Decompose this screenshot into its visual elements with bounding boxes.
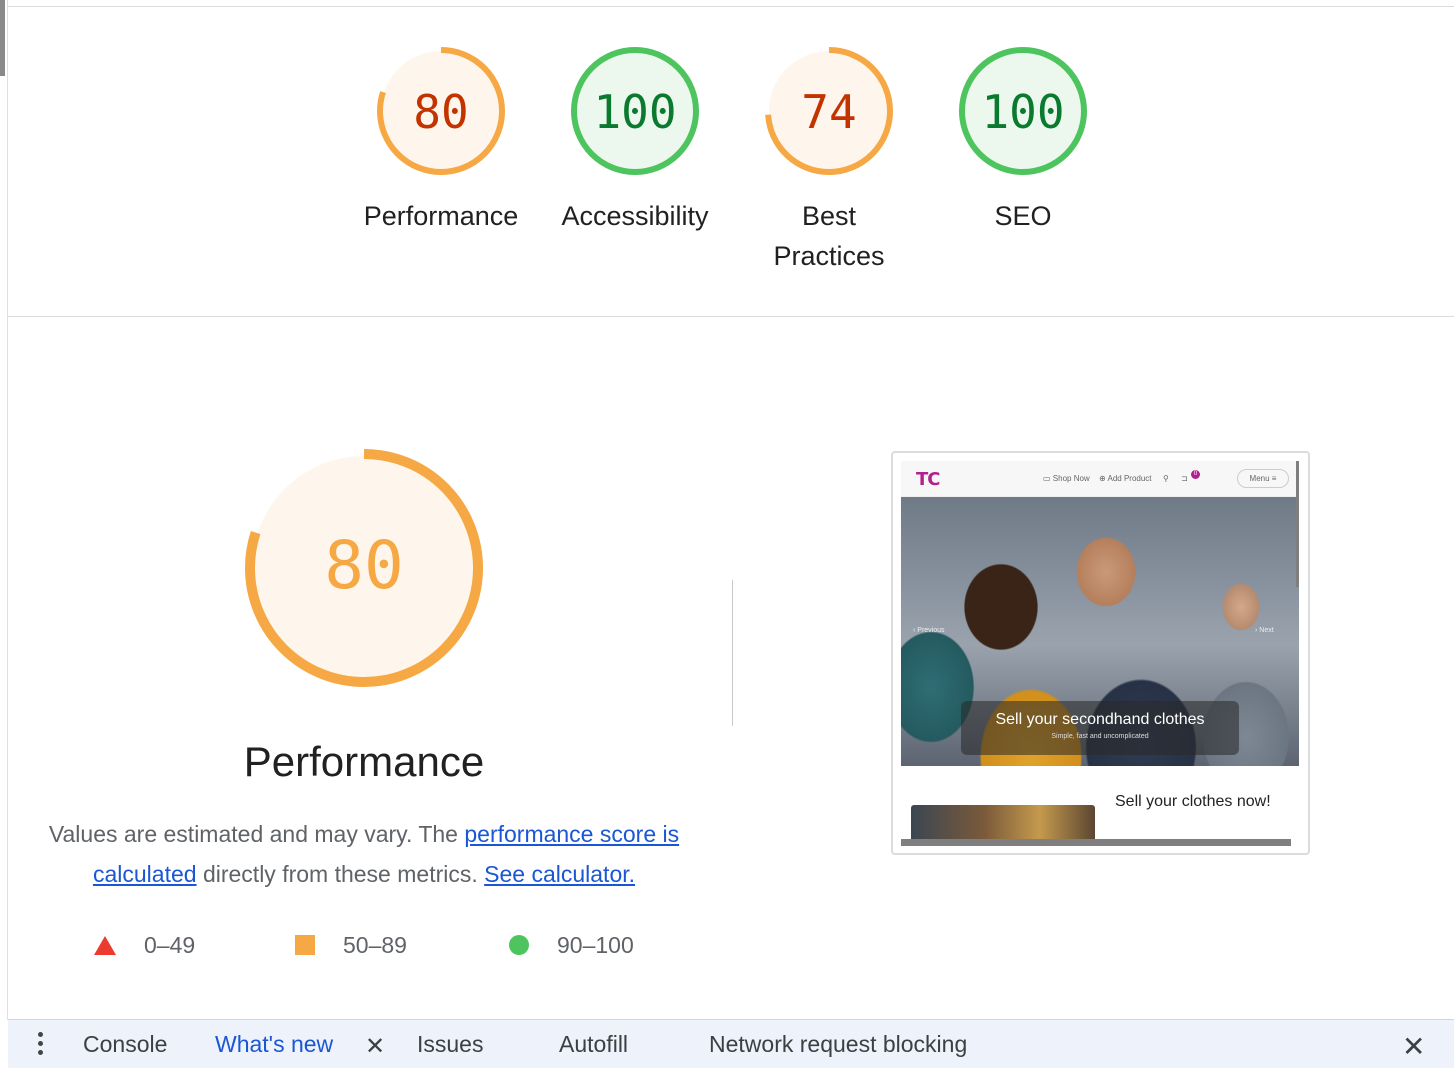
see-calculator-link[interactable]: See calculator. [484,861,635,887]
tab-network-request-blocking[interactable]: Network request blocking [709,1031,967,1058]
devtools-drawer: Console What's new ✕ Issues Autofill Net… [8,1019,1454,1068]
top-divider [8,6,1454,7]
gauge-performance[interactable]: 80 Performance [351,46,531,236]
search-icon: ⚲ [1163,474,1169,483]
seo-score: 100 [981,85,1064,139]
hero-caption: Sell your secondhand clothes Simple, fas… [961,701,1239,755]
promo-heading: Sell your clothes now! [1115,793,1271,810]
hero-image: ‹ Previous › Next Sell your secondhand c… [901,497,1299,766]
carousel-prev: ‹ Previous [913,627,945,634]
accessibility-label: Accessibility [561,201,709,231]
screenshot-hscrollbar [901,839,1291,846]
cart-icon: ⊐ [1181,474,1188,483]
tab-issues[interactable]: Issues [417,1031,483,1058]
carousel-next: › Next [1255,627,1274,634]
gauge-best-practices[interactable]: 74 Best Practices [739,46,919,276]
performance-score: 80 [413,85,468,139]
hero-subtitle: Simple, fast and uncomplicated [1051,733,1149,740]
final-screenshot[interactable]: TC ▭ Shop Now ⊕ Add Product ⚲ ⊐ 0 Menu ≡… [891,451,1310,855]
best-practices-label: Best Practices [773,201,885,271]
close-tab-icon[interactable]: ✕ [365,1032,385,1061]
shop-now-link: ▭ Shop Now [1043,474,1090,483]
performance-label: Performance [363,201,519,231]
section-divider [8,316,1454,317]
tab-console[interactable]: Console [83,1031,167,1058]
tab-whats-new[interactable]: What's new [215,1031,333,1058]
pass-circle-icon [509,935,529,955]
screenshot-navbar: TC ▭ Shop Now ⊕ Add Product ⚲ ⊐ 0 Menu ≡ [901,461,1299,497]
seo-label: SEO [994,201,1052,231]
more-vert-icon[interactable] [30,1032,50,1058]
vertical-divider [732,580,733,726]
accessibility-score: 100 [593,85,676,139]
best-practices-score: 74 [801,85,856,139]
add-product-link: ⊕ Add Product [1099,474,1152,483]
site-logo: TC [916,469,940,490]
close-icon[interactable]: ✕ [1402,1030,1425,1063]
legend-fail: 0–49 [94,928,195,962]
performance-main-score: 80 [324,527,403,604]
performance-title: Performance [243,738,485,785]
performance-description: Values are estimated and may vary. The p… [48,821,680,887]
fail-triangle-icon [94,935,116,955]
best-practices-gauge-ring: 74 [765,47,893,175]
average-square-icon [295,935,315,955]
accessibility-gauge-ring: 100 [571,47,699,175]
performance-gauge-ring: 80 [377,47,505,175]
menu-button: Menu ≡ [1237,469,1289,488]
tab-autofill[interactable]: Autofill [559,1031,628,1058]
hero-title: Sell your secondhand clothes [995,711,1205,728]
gauge-seo[interactable]: 100 SEO [933,46,1113,236]
legend-pass: 90–100 [509,928,634,962]
scrollbar-thumb[interactable] [0,0,5,76]
performance-main-gauge: 80 [245,449,483,687]
left-panel-edge [0,0,8,1020]
seo-gauge-ring: 100 [959,47,1087,175]
gauge-accessibility[interactable]: 100 Accessibility [545,46,725,236]
legend-average: 50–89 [295,928,407,962]
screenshot-vscrollbar [1296,461,1299,587]
cart-badge: 0 [1191,470,1200,479]
